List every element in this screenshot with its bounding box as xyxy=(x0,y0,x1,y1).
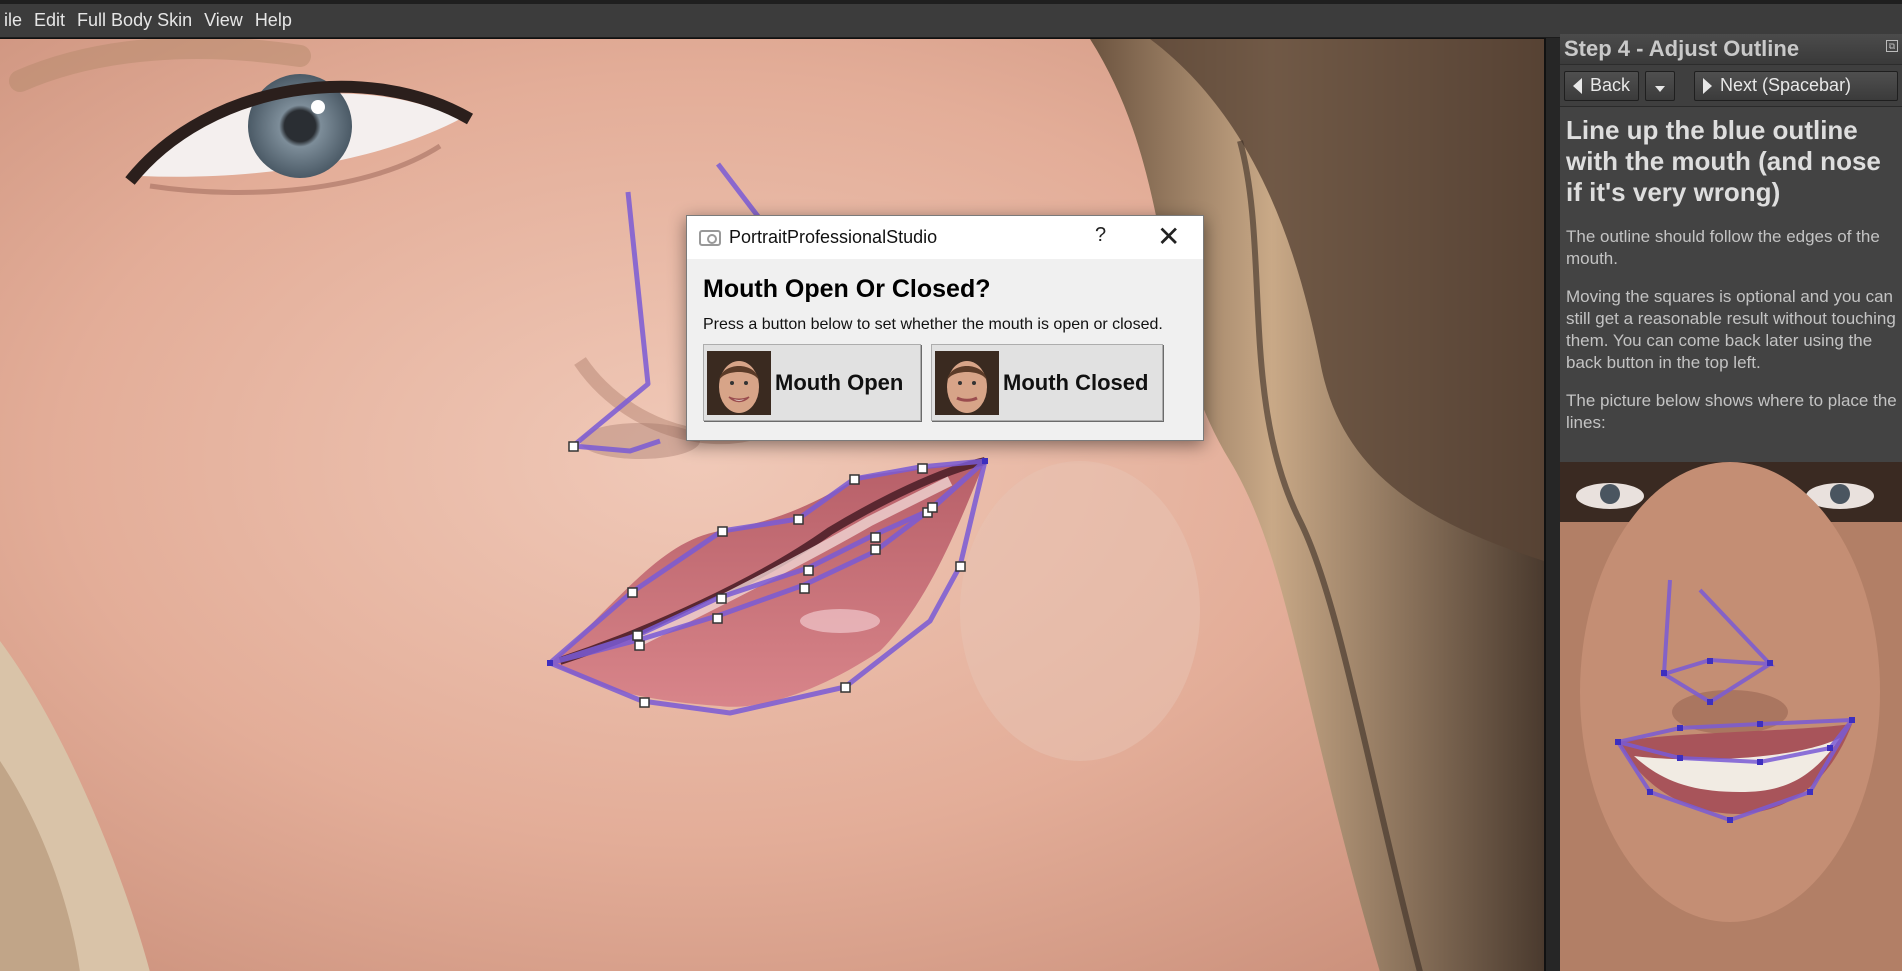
instructions: Line up the blue outline with the mouth … xyxy=(1560,107,1902,434)
reference-photo xyxy=(1560,462,1902,971)
menu-full-body-skin[interactable]: Full Body Skin xyxy=(73,10,196,31)
close-button[interactable]: ✕ xyxy=(1157,220,1180,253)
mouth-closed-button[interactable]: Mouth Closed xyxy=(931,344,1163,421)
mouth-open-thumbnail xyxy=(707,350,771,415)
dialog-heading: Mouth Open Or Closed? xyxy=(703,275,991,303)
mouth-closed-thumbnail xyxy=(935,350,999,415)
instruction-text-3: The picture below shows where to place t… xyxy=(1566,391,1897,432)
panel-title: Step 4 - Adjust Outline xyxy=(1564,36,1800,61)
back-arrow-icon xyxy=(1573,77,1582,94)
camera-icon xyxy=(699,229,721,246)
instruction-text-2: Moving the squares is optional and you c… xyxy=(1566,287,1896,372)
back-label: Back xyxy=(1590,75,1631,95)
mouth-open-button[interactable]: Mouth Open xyxy=(703,344,921,421)
next-label: Next (Spacebar) xyxy=(1720,75,1852,95)
instruction-text-1: The outline should follow the edges of t… xyxy=(1566,227,1880,268)
back-button[interactable]: Back xyxy=(1564,70,1640,101)
menu-help[interactable]: Help xyxy=(251,10,296,31)
menu-edit[interactable]: Edit xyxy=(30,10,69,31)
dialog-text: Press a button below to set whether the … xyxy=(703,316,1163,333)
undock-icon[interactable]: ⧉ xyxy=(1886,40,1898,52)
panel-header: Step 4 - Adjust Outline ⧉ xyxy=(1560,34,1902,65)
mouth-closed-label: Mouth Closed xyxy=(1003,369,1149,395)
chevron-down-icon xyxy=(1655,85,1666,92)
back-dropdown-button[interactable] xyxy=(1645,70,1676,101)
instruction-heading: Line up the blue outline with the mouth … xyxy=(1566,115,1881,207)
dialog-title: PortraitProfessionalStudio xyxy=(729,227,938,247)
step-panel: Step 4 - Adjust Outline ⧉ Back Next (Spa… xyxy=(1560,34,1902,971)
dialog-titlebar[interactable]: PortraitProfessionalStudio ? ✕ xyxy=(687,216,1203,259)
panel-divider[interactable] xyxy=(1544,38,1560,971)
menu-file[interactable]: ile xyxy=(0,10,26,31)
menu-view[interactable]: View xyxy=(200,10,247,31)
help-button[interactable]: ? xyxy=(1095,224,1106,247)
next-arrow-icon xyxy=(1703,77,1712,94)
mouth-open-label: Mouth Open xyxy=(775,369,904,395)
menu-bar: ile Edit Full Body Skin View Help xyxy=(0,0,1902,38)
portrait-photo xyxy=(0,39,1544,971)
mouth-dialog: PortraitProfessionalStudio ? ✕ Mouth Ope… xyxy=(686,215,1204,441)
panel-navigation: Back Next (Spacebar) xyxy=(1560,65,1902,107)
dialog-buttons: Mouth Open Mouth Closed xyxy=(703,344,1203,421)
next-button[interactable]: Next (Spacebar) xyxy=(1694,70,1898,101)
photo-canvas[interactable] xyxy=(0,38,1544,971)
